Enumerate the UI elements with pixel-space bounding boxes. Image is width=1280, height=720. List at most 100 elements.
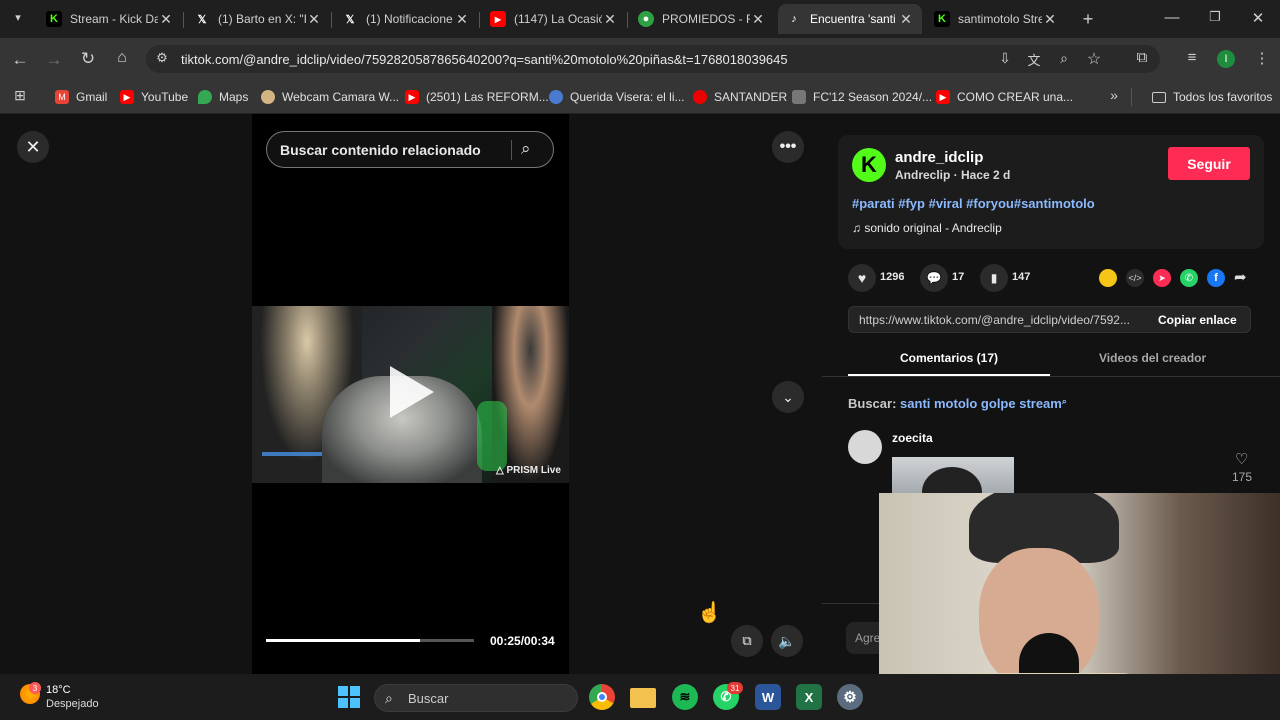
file-explorer-icon[interactable] bbox=[630, 688, 656, 708]
profile-avatar[interactable]: I bbox=[1217, 50, 1235, 68]
like-button[interactable]: ♥ bbox=[848, 264, 876, 292]
video-sound[interactable]: ♫ sonido original - Andreclip bbox=[852, 221, 1002, 235]
back-icon[interactable]: ← bbox=[8, 50, 32, 70]
window-close-icon[interactable]: ✕ bbox=[1246, 9, 1270, 27]
related-search-suggestion[interactable]: Buscar: santi motolo golpe stream⌕ bbox=[848, 396, 1067, 411]
comment-count: 17 bbox=[952, 271, 965, 283]
bookmark-fc12[interactable]: FC'12 Season 2024/... bbox=[792, 86, 932, 108]
progress-track[interactable] bbox=[266, 639, 474, 642]
extensions-icon[interactable]: ⧉ bbox=[1130, 49, 1154, 66]
tab-divider bbox=[627, 12, 628, 28]
follow-button[interactable]: Seguir bbox=[1168, 147, 1250, 180]
bookmark-youtube[interactable]: ▶ YouTube bbox=[120, 86, 188, 108]
apps-grid-icon[interactable]: ⊞ bbox=[8, 87, 32, 104]
pip-button[interactable]: ⧉ bbox=[731, 625, 763, 657]
close-video-button[interactable]: ✕ bbox=[17, 131, 49, 163]
bookmark-maps[interactable]: Maps bbox=[198, 86, 248, 108]
facebook-icon[interactable]: f bbox=[1207, 269, 1225, 287]
minimize-icon[interactable]: — bbox=[1160, 9, 1184, 26]
embed-icon[interactable]: </> bbox=[1126, 269, 1144, 287]
bookmark-reformas[interactable]: ▶ (2501) Las REFORM... bbox=[405, 86, 549, 108]
close-tab-icon[interactable]: ✕ bbox=[1042, 11, 1058, 28]
commenter-username[interactable]: zoecita bbox=[892, 431, 933, 445]
settings-gear-icon[interactable]: ⚙ bbox=[837, 684, 863, 710]
tab-x-barto[interactable]: 𝕏 (1) Barto en X: "I ✕ bbox=[186, 4, 330, 34]
mouse-cursor-icon: ☝ bbox=[697, 602, 722, 624]
bookmark-querida-visera[interactable]: Querida Visera: el li... bbox=[549, 86, 685, 108]
kick-icon: K bbox=[46, 11, 62, 27]
tab-kick-santimotolo[interactable]: K santimotolo Stre ✕ bbox=[926, 4, 1066, 34]
share-arrow-icon[interactable]: ➦ bbox=[1234, 268, 1247, 286]
weather-condition[interactable]: Despejado bbox=[46, 698, 99, 710]
comment-button[interactable]: 💬 bbox=[920, 264, 948, 292]
video-hashtags[interactable]: #parati #fyp #viral #foryou#santimotolo bbox=[852, 196, 1095, 211]
taskbar-search[interactable]: ⌕ Buscar bbox=[374, 684, 578, 712]
tab-comments[interactable]: Comentarios (17) bbox=[900, 351, 998, 365]
media-control-icon[interactable]: ≡ bbox=[1180, 49, 1204, 66]
creator-avatar[interactable]: K bbox=[852, 148, 886, 182]
bookmark-webcam[interactable]: Webcam Camara W... bbox=[261, 86, 399, 108]
send-icon[interactable]: ➤ bbox=[1153, 269, 1171, 287]
word-icon[interactable]: W bbox=[755, 684, 781, 710]
excel-icon[interactable]: X bbox=[796, 684, 822, 710]
close-tab-icon[interactable]: ✕ bbox=[750, 11, 766, 28]
forward-icon[interactable]: → bbox=[42, 50, 66, 70]
translate-icon[interactable]: 文 bbox=[1022, 50, 1046, 69]
search-icon[interactable]: ⌕ bbox=[521, 139, 531, 159]
save-button[interactable]: ▮ bbox=[980, 264, 1008, 292]
tab-label: Stream - Kick Da bbox=[70, 12, 158, 26]
share-link-text[interactable]: https://www.tiktok.com/@andre_idclip/vid… bbox=[859, 313, 1130, 327]
comment-image[interactable] bbox=[892, 457, 1014, 494]
weather-temp[interactable]: 18°C bbox=[46, 684, 71, 696]
tab-promiedos[interactable]: ● PROMIEDOS - F ✕ bbox=[630, 4, 774, 34]
spotify-icon[interactable]: ≋ bbox=[672, 684, 698, 710]
commenter-avatar[interactable] bbox=[848, 430, 882, 464]
more-options-button[interactable]: ••• bbox=[772, 131, 804, 163]
tab-search-icon[interactable]: ▾ bbox=[6, 11, 30, 24]
tab-creator-videos[interactable]: Videos del creador bbox=[1099, 351, 1206, 365]
bookmark-santander[interactable]: SANTANDER bbox=[693, 86, 787, 108]
comment-like-icon[interactable]: ♡ bbox=[1235, 450, 1248, 468]
chrome-menu-icon[interactable]: ⋮ bbox=[1250, 49, 1274, 67]
copy-link-button[interactable]: Copiar enlace bbox=[1158, 313, 1237, 327]
bookmark-como-crear[interactable]: ▶ COMO CREAR una... bbox=[936, 86, 1073, 108]
close-tab-icon[interactable]: ✕ bbox=[602, 11, 618, 28]
new-tab-button[interactable]: + bbox=[1076, 9, 1100, 30]
chrome-icon[interactable] bbox=[589, 684, 615, 710]
repost-icon[interactable] bbox=[1099, 269, 1117, 287]
related-search-placeholder: Buscar contenido relacionado bbox=[280, 142, 481, 158]
all-bookmarks-folder[interactable]: Todos los favoritos bbox=[1152, 86, 1272, 108]
maximize-icon[interactable]: ❐ bbox=[1203, 9, 1227, 25]
tab-kick-stream[interactable]: K Stream - Kick Da ✕ bbox=[38, 4, 182, 34]
site-settings-icon[interactable]: ⚙ bbox=[150, 50, 174, 66]
reload-icon[interactable]: ↻ bbox=[76, 49, 100, 69]
bookmark-label: Todos los favoritos bbox=[1173, 90, 1273, 104]
close-tab-icon[interactable]: ✕ bbox=[158, 11, 174, 28]
home-icon[interactable]: ⌂ bbox=[110, 49, 134, 67]
close-tab-icon[interactable]: ✕ bbox=[454, 11, 470, 28]
whatsapp-badge: 31 bbox=[727, 682, 743, 694]
bookmark-star-icon[interactable]: ☆ bbox=[1082, 49, 1106, 69]
creator-username[interactable]: andre_idclip bbox=[895, 149, 983, 166]
more-bookmarks-icon[interactable]: » bbox=[1102, 87, 1126, 103]
next-video-button[interactable]: ⌄ bbox=[772, 381, 804, 413]
windows-start-icon[interactable] bbox=[338, 686, 360, 708]
bookmark-label: FC'12 Season 2024/... bbox=[813, 90, 933, 104]
tab-tiktok-active[interactable]: ♪ Encuentra 'santi ✕ bbox=[778, 4, 922, 34]
whatsapp-icon[interactable]: ✆ bbox=[1180, 269, 1198, 287]
tab-x-notifications[interactable]: 𝕏 (1) Notificacione ✕ bbox=[334, 4, 478, 34]
bookmark-icon: ▮ bbox=[990, 271, 998, 285]
tab-label: PROMIEDOS - F bbox=[662, 12, 750, 26]
close-tab-icon[interactable]: ✕ bbox=[306, 11, 322, 28]
volume-button[interactable]: 🔈 bbox=[771, 625, 803, 657]
tab-youtube[interactable]: ▶ (1147) La Ocasió ✕ bbox=[482, 4, 626, 34]
zoom-icon[interactable]: ⌕ bbox=[1052, 50, 1076, 67]
url-text[interactable]: tiktok.com/@andre_idclip/video/759282058… bbox=[181, 52, 788, 67]
play-icon[interactable] bbox=[390, 366, 434, 418]
bookmark-gmail[interactable]: M Gmail bbox=[55, 86, 107, 108]
tab-label: santimotolo Stre bbox=[958, 12, 1042, 26]
close-tab-icon[interactable]: ✕ bbox=[898, 11, 914, 28]
tab-label: (1) Notificacione bbox=[366, 12, 453, 26]
install-app-icon[interactable]: ⇩ bbox=[993, 50, 1017, 67]
related-search-input[interactable]: Buscar contenido relacionado ⌕ bbox=[266, 131, 554, 168]
